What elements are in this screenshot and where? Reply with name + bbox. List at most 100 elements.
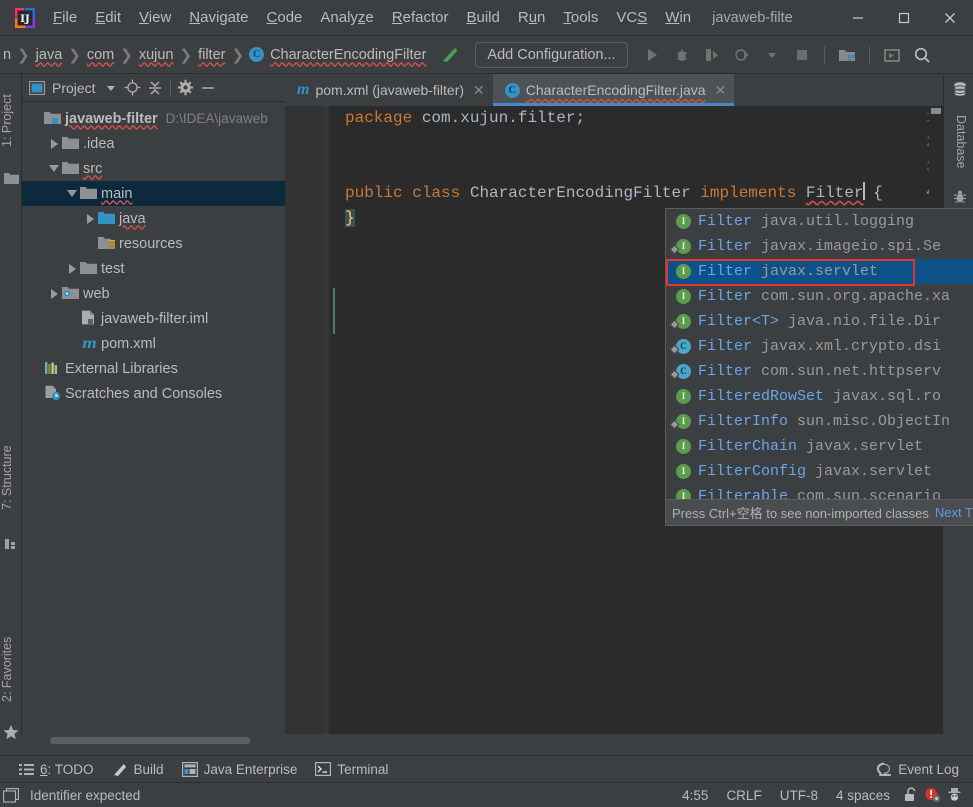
gear-icon[interactable] [175,77,197,99]
close-button[interactable] [927,1,973,35]
close-icon[interactable]: ✕ [715,82,727,99]
completion-list[interactable]: I Filter java.util.logging I Filter javax.ima… [666,209,973,509]
tree-node-javaweb-filter-iml[interactable]: javaweb-filter.iml [22,306,285,331]
project-icon[interactable] [3,170,19,186]
inspection-warning-icon[interactable] [921,785,943,805]
completion-item[interactable]: I FilterChain javax.servlet [666,434,973,459]
sidebar-tab-structure[interactable]: 7: Structure [0,426,22,530]
add-configuration-button[interactable]: Add Configuration... [475,41,628,68]
collapse-all-icon[interactable] [144,77,166,99]
menu-run[interactable]: Run [509,6,555,29]
tree-node-scratches-and-consoles[interactable]: Scratches and Consoles [22,381,285,406]
menu-tools[interactable]: Tools [554,6,607,29]
database-icon[interactable] [951,80,968,97]
tree-node-external-libraries[interactable]: External Libraries [22,356,285,381]
project-structure-icon[interactable] [833,41,861,69]
run-anything-icon[interactable] [878,41,906,69]
bottom-tab-todo[interactable]: 6: TODO [18,761,94,777]
hector-icon[interactable] [943,785,965,805]
menu-build[interactable]: Build [457,6,508,29]
search-everywhere-icon[interactable] [908,41,936,69]
menu-vcs[interactable]: VCS [607,6,656,29]
chevron-down-icon[interactable] [100,77,122,99]
chevron-right-icon[interactable] [82,213,98,224]
menu-edit[interactable]: Edit [86,6,130,29]
editor-tab-characterencodingfilter-java[interactable]: C CharacterEncodingFilter.java ✕ [492,74,735,106]
chevron-right-icon[interactable] [46,288,62,299]
scrollbar-thumb[interactable] [50,737,250,744]
completion-item[interactable]: I FilterConfig javax.servlet [666,459,973,484]
menu-view[interactable]: View [130,6,180,29]
editor-tab-pom-xml[interactable]: m pom.xml (javaweb-filter) ✕ [285,74,493,106]
tree-node-resources[interactable]: resources [22,231,285,256]
sidebar-tab-database[interactable]: Database [951,102,968,182]
menu-window[interactable]: Win [656,6,700,29]
tree-node-pom-xml[interactable]: m pom.xml [22,331,285,356]
structure-icon[interactable] [3,536,19,552]
minimize-button[interactable] [835,1,881,35]
breadcrumb-item-4[interactable]: filter [197,47,226,63]
line-separator[interactable]: CRLF [717,788,770,803]
maximize-button[interactable] [881,1,927,35]
completion-item[interactable]: I Filter javax.imageio.spi.Se [666,234,973,259]
bottom-tab-build[interactable]: Build [112,761,164,777]
lock-open-icon[interactable] [899,785,921,805]
breadcrumb-item-5[interactable]: CharacterEncodingFilter [269,47,427,63]
hide-panel-icon[interactable] [197,77,219,99]
tree-node-main[interactable]: main [22,181,285,206]
debug-icon[interactable] [668,41,696,69]
run-icon[interactable] [638,41,666,69]
breadcrumb-item-0[interactable]: n [2,47,12,63]
file-encoding[interactable]: UTF-8 [771,788,827,803]
completion-item[interactable]: I FilterInfo sun.misc.ObjectIn [666,409,973,434]
completion-item[interactable]: I FilteredRowSet javax.sql.ro [666,384,973,409]
bottom-tab-java-enterprise[interactable]: Java Enterprise [181,761,297,777]
breadcrumb-item-3[interactable]: xujun [138,47,175,63]
bottom-tab-event-log[interactable]: Event Log [876,761,959,777]
tree-node-javaweb-filter[interactable]: javaweb-filter D:\IDEA\javaweb [22,106,285,131]
breadcrumb-item-1[interactable]: java [35,47,64,63]
project-panel-hscrollbar[interactable] [22,734,285,746]
caret-position[interactable]: 4:55 [673,788,717,803]
menu-code[interactable]: Code [258,6,312,29]
completion-item[interactable]: I Filter com.sun.org.apache.xa [666,284,973,309]
completion-item[interactable]: C Filter javax.xml.crypto.dsi [666,334,973,359]
sidebar-tab-favorites[interactable]: 2: Favorites [0,614,22,724]
completion-item[interactable]: I Filter<T> java.nio.file.Dir [666,309,973,334]
chevron-down-icon[interactable] [64,190,80,197]
close-icon[interactable]: ✕ [473,82,485,99]
breadcrumb-item-2[interactable]: com [86,47,115,63]
code-line[interactable]: public class CharacterEncodingFilter imp… [345,181,883,206]
next-tip-link[interactable]: Next T [935,505,973,520]
run-with-coverage-icon[interactable] [698,41,726,69]
sidebar-tab-project[interactable]: 1: Project [0,78,22,164]
completion-item[interactable]: C Filter com.sun.net.httpserv [666,359,973,384]
code-completion-popup[interactable]: I Filter java.util.logging I Filter javax.ima… [665,208,973,526]
chevron-down-icon[interactable] [758,41,786,69]
locate-target-icon[interactable] [122,77,144,99]
bottom-tab-terminal[interactable]: Terminal [315,761,388,777]
menu-navigate[interactable]: Navigate [180,6,257,29]
chevron-right-icon[interactable] [64,263,80,274]
chevron-right-icon[interactable] [46,138,62,149]
chevron-down-icon[interactable] [46,165,62,172]
completion-item[interactable]: I Filter java.util.logging [666,209,973,234]
make-project-icon[interactable] [439,44,461,66]
tree-node-test[interactable]: test [22,256,285,281]
stop-icon[interactable] [788,41,816,69]
tree-node-java[interactable]: java [22,206,285,231]
menu-refactor[interactable]: Refactor [383,6,458,29]
code-line[interactable]: package com.xujun.filter; [345,106,585,131]
project-tree[interactable]: javaweb-filter D:\IDEA\javaweb .idea src mai… [22,102,285,406]
favorites-star-icon[interactable] [3,724,19,740]
menu-analyze[interactable]: Analyze [311,6,382,29]
menu-file[interactable]: File [44,6,86,29]
editor-gutter[interactable] [285,106,330,734]
ant-build-icon[interactable] [951,188,968,205]
tree-node-web[interactable]: web [22,281,285,306]
tree-node--idea[interactable]: .idea [22,131,285,156]
indent-setting[interactable]: 4 spaces [827,788,899,803]
code-line[interactable]: } [345,206,355,231]
profile-icon[interactable] [728,41,756,69]
tree-node-src[interactable]: src [22,156,285,181]
